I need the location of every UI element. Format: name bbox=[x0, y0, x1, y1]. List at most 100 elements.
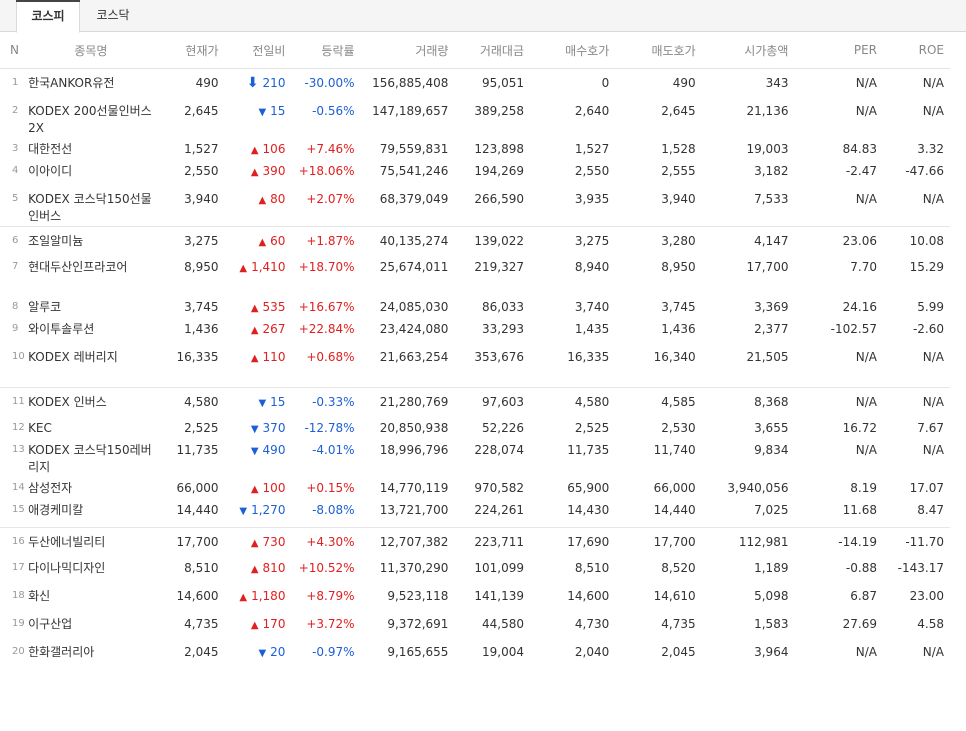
table-row[interactable]: 6 조일알미늄 3,275 ▲ 60 +1.87% 40,135,274 139,022 3,2… bbox=[0, 227, 950, 255]
change-rate: +0.15% bbox=[306, 480, 355, 495]
col-header-bid[interactable]: 매수호가 bbox=[530, 32, 616, 69]
col-header-rate[interactable]: 등락률 bbox=[291, 32, 361, 69]
stock-name-link[interactable]: 조일알미늄 bbox=[28, 227, 160, 255]
trade-amount: 44,580 bbox=[482, 617, 524, 631]
volume: 79,559,831 bbox=[379, 141, 449, 156]
col-header-ask[interactable]: 매도호가 bbox=[615, 32, 702, 69]
col-header-change[interactable]: 전일비 bbox=[224, 32, 292, 69]
stock-name-link[interactable]: 알루코 bbox=[28, 295, 160, 317]
change-rate: -0.97% bbox=[312, 645, 355, 659]
table-row[interactable]: 8 알루코 3,745 ▲ 535 +16.67% 24,085,030 86,033 3,74… bbox=[0, 295, 950, 317]
stock-name-link[interactable]: 와이투솔루션 bbox=[28, 317, 160, 345]
tab-kospi[interactable]: 코스피 bbox=[16, 0, 80, 33]
roe-value: N/A bbox=[922, 394, 944, 409]
ask-price: 1,436 bbox=[661, 322, 696, 336]
table-row[interactable]: 19 이구산업 4,735 ▲ 170 +3.72% 9,372,691 44,580 4,73… bbox=[0, 612, 950, 640]
stock-name-link[interactable]: 이아이디 bbox=[28, 159, 160, 187]
tab-kosdaq[interactable]: 코스닥 bbox=[82, 0, 144, 31]
roe-value: -143.17 bbox=[897, 561, 944, 575]
current-price: 4,735 bbox=[184, 617, 219, 631]
stock-name-link[interactable]: 화신 bbox=[28, 584, 160, 612]
stock-name-link[interactable]: 삼성전자 bbox=[28, 476, 160, 498]
market-cap: 3,964 bbox=[754, 645, 789, 659]
change-value: 730 bbox=[262, 535, 286, 549]
up-triangle-icon: ▲ bbox=[250, 144, 259, 156]
change-cell: ▲ 730 bbox=[225, 528, 292, 556]
trade-amount: 52,226 bbox=[482, 420, 524, 435]
ask-price: 490 bbox=[672, 76, 696, 90]
table-row[interactable]: 16 두산에너빌리티 17,700 ▲ 730 +4.30% 12,707,382 223,7… bbox=[0, 528, 950, 556]
table-row[interactable]: 14 삼성전자 66,000 ▲ 100 +0.15% 14,770,119 970,582 6… bbox=[0, 476, 950, 498]
row-number: 1 bbox=[12, 77, 19, 88]
change-cell: ▼ 15 bbox=[225, 97, 292, 137]
volume: 9,372,691 bbox=[387, 617, 449, 631]
market-cap: 19,003 bbox=[746, 141, 789, 156]
stock-name-link[interactable]: 다이나믹디자인 bbox=[28, 556, 160, 584]
table-row[interactable]: 10 KODEX 레버리지 16,335 ▲ 110 +0.68% 21,663,254 35… bbox=[0, 345, 950, 387]
row-number: 20 bbox=[12, 646, 25, 657]
ask-price: 2,530 bbox=[661, 420, 696, 435]
row-number: 11 bbox=[12, 395, 25, 407]
change-cell: ▼ 20 bbox=[225, 640, 292, 668]
change-cell: ▲ 100 bbox=[225, 476, 292, 498]
col-header-price[interactable]: 현재가 bbox=[159, 32, 225, 69]
table-row[interactable]: 11 KODEX 인버스 4,580 ▼ 15 -0.33% 21,280,769 97,60… bbox=[0, 388, 950, 416]
table-row[interactable]: 12 KEC 2,525 ▼ 370 -12.78% 20,850,938 52,226 2,5… bbox=[0, 416, 950, 438]
stock-name-link[interactable]: 한화갤러리아 bbox=[28, 640, 160, 668]
current-price: 2,045 bbox=[184, 645, 219, 659]
change-value: 80 bbox=[270, 191, 286, 206]
change-cell: ▲ 390 bbox=[225, 159, 292, 187]
bid-price: 4,730 bbox=[574, 617, 610, 631]
table-row[interactable]: 3 대한전선 1,527 ▲ 106 +7.46% 79,559,831 123,898 1,5… bbox=[0, 137, 950, 159]
stock-name-link[interactable]: KODEX 코스닥150선물인버스 bbox=[28, 187, 160, 227]
stock-name-link[interactable]: 현대두산인프라코어 bbox=[28, 255, 160, 295]
bid-price: 2,550 bbox=[574, 163, 610, 178]
col-header-name[interactable]: 종목명 bbox=[28, 32, 160, 69]
trade-amount: 219,327 bbox=[474, 260, 524, 274]
table-row[interactable]: 20 한화갤러리아 2,045 ▼ 20 -0.97% 9,165,655 19,004 2,0… bbox=[0, 640, 950, 668]
per-value: -14.19 bbox=[838, 535, 877, 549]
table-row[interactable]: 5 KODEX 코스닥150선물인버스 3,940 ▲ 80 +2.07% 68,379,0… bbox=[0, 187, 950, 227]
col-header-n[interactable]: N bbox=[0, 32, 29, 69]
stock-name-link[interactable]: 한국ANKOR유전 bbox=[28, 69, 160, 97]
stock-name-link[interactable]: KODEX 인버스 bbox=[28, 388, 160, 416]
bid-price: 3,275 bbox=[574, 234, 610, 248]
market-cap: 112,981 bbox=[738, 535, 789, 549]
stock-name-link[interactable]: KODEX 200선물인버스2X bbox=[28, 97, 160, 137]
table-row[interactable]: 2 KODEX 200선물인버스2X 2,645 ▼ 15 -0.56% 147,189,6… bbox=[0, 97, 950, 137]
up-triangle-icon: ▲ bbox=[239, 592, 248, 603]
down-triangle-icon: ▼ bbox=[258, 397, 267, 409]
table-row[interactable]: 9 와이투솔루션 1,436 ▲ 267 +22.84% 23,424,080 33,293 1… bbox=[0, 317, 950, 345]
up-triangle-icon: ▲ bbox=[250, 325, 259, 336]
stock-name-link[interactable]: 이구산업 bbox=[28, 612, 160, 640]
change-rate: +18.70% bbox=[298, 260, 355, 274]
table-row[interactable]: 7 현대두산인프라코어 8,950 ▲ 1,410 +18.70% 25,674,011 21… bbox=[0, 255, 950, 295]
col-header-roe[interactable]: ROE bbox=[882, 32, 950, 69]
table-row[interactable]: 18 화신 14,600 ▲ 1,180 +8.79% 9,523,118 141,139 14… bbox=[0, 584, 950, 612]
stock-name-link[interactable]: 대한전선 bbox=[28, 137, 160, 159]
stock-name-link[interactable]: 두산에너빌리티 bbox=[28, 528, 160, 556]
per-value: -2.47 bbox=[845, 163, 877, 178]
stock-name-link[interactable]: KEC bbox=[28, 416, 160, 438]
table-row[interactable]: 4 이아이디 2,550 ▲ 390 +18.06% 75,541,246 194,269 2,… bbox=[0, 159, 950, 187]
change-value: 110 bbox=[262, 350, 286, 364]
trade-amount: 33,293 bbox=[482, 322, 524, 336]
stock-name-link[interactable]: 애경케미칼 bbox=[28, 498, 160, 528]
col-header-market-cap[interactable]: 시가총액 bbox=[701, 32, 795, 69]
market-cap: 343 bbox=[765, 76, 789, 90]
table-row[interactable]: 15 애경케미칼 14,440 ▼ 1,270 -8.08% 13,721,700 224,2… bbox=[0, 498, 950, 528]
change-cell: ▲ 1,410 bbox=[225, 255, 292, 295]
table-row[interactable]: 17 다이나믹디자인 8,510 ▲ 810 +10.52% 11,370,290 101,0… bbox=[0, 556, 950, 584]
stock-name-link[interactable]: KODEX 코스닥150레버리지 bbox=[28, 438, 160, 476]
stock-name-link[interactable]: KODEX 레버리지 bbox=[28, 345, 160, 387]
row-number: 13 bbox=[12, 443, 25, 455]
table-row[interactable]: 13 KODEX 코스닥150레버리지 11,735 ▼ 490 -4.01% 18,996… bbox=[0, 438, 950, 476]
change-rate: -0.56% bbox=[312, 103, 355, 118]
col-header-amount[interactable]: 거래대금 bbox=[454, 32, 530, 69]
col-header-volume[interactable]: 거래량 bbox=[360, 32, 455, 69]
table-row[interactable]: 1 한국ANKOR유전 490 ⬇ 210 -30.00% 156,885,408 95,05… bbox=[0, 69, 950, 97]
up-triangle-icon: ▲ bbox=[250, 303, 259, 314]
change-value: 20 bbox=[270, 645, 286, 659]
col-header-per[interactable]: PER bbox=[794, 32, 883, 69]
change-rate: +3.72% bbox=[306, 617, 355, 631]
